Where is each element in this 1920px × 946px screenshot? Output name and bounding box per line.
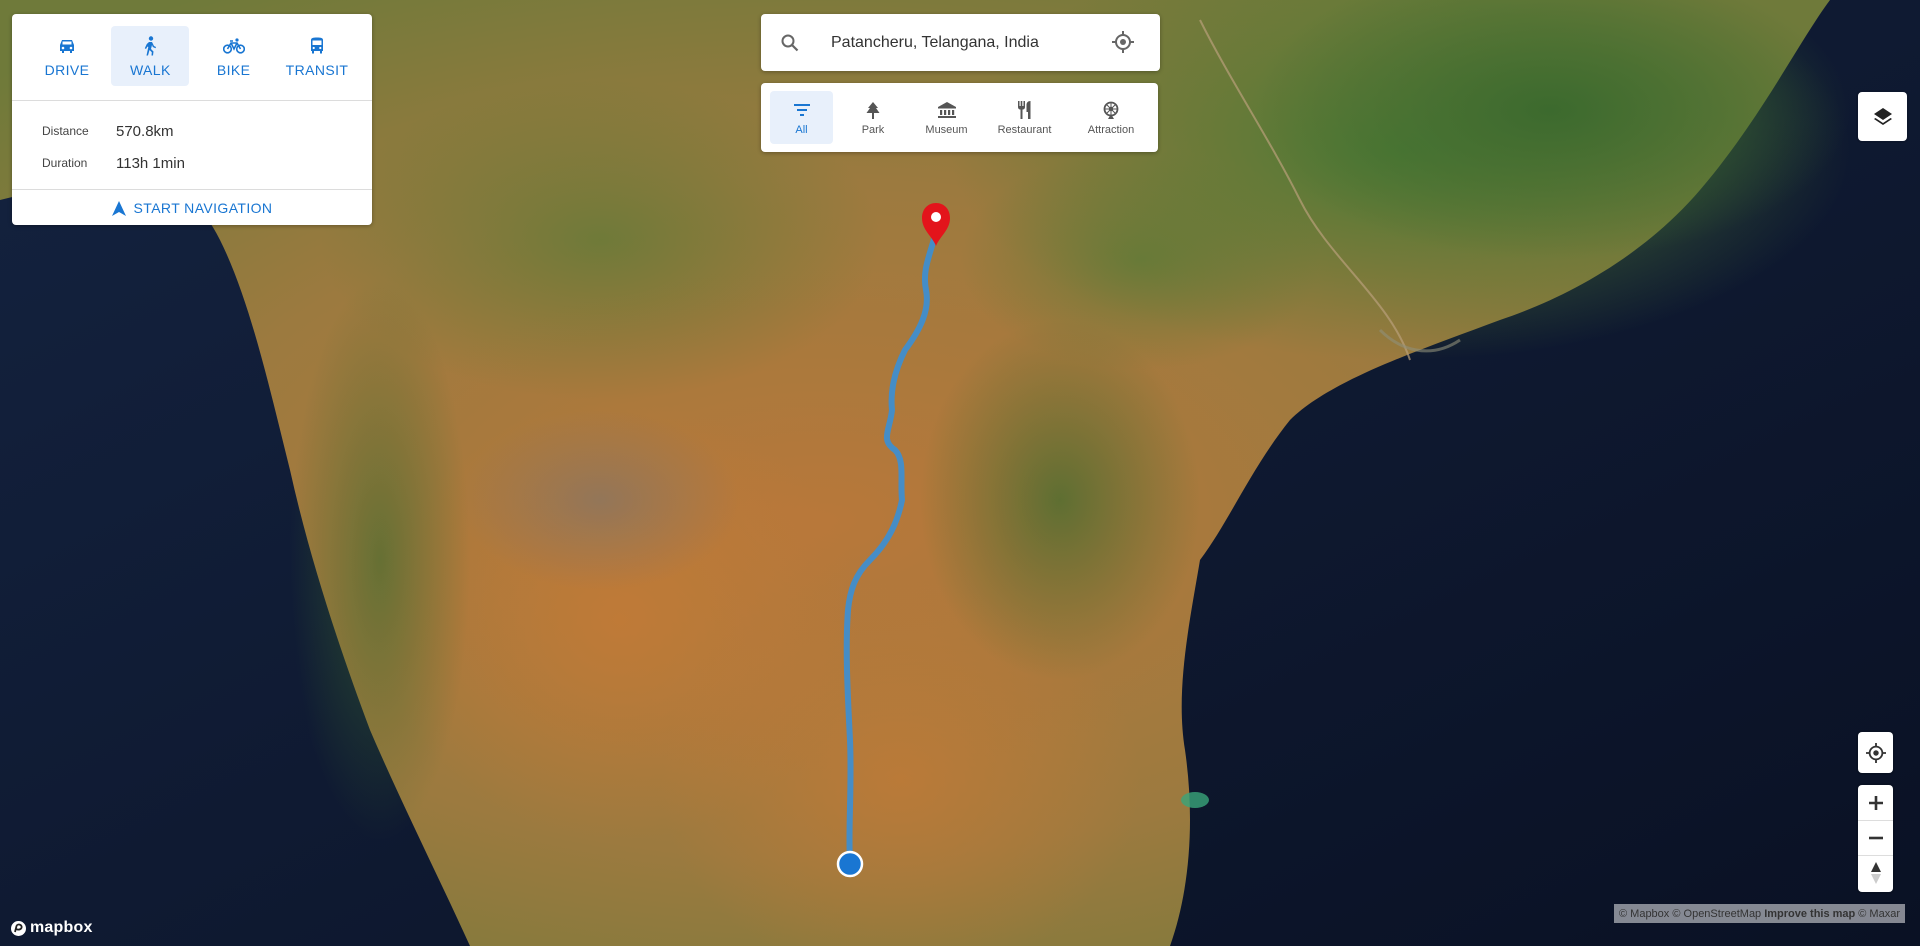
minus-icon [1868, 836, 1883, 840]
mode-walk-button[interactable]: WALK [111, 26, 190, 86]
category-restaurant-label: Restaurant [997, 124, 1052, 136]
my-location-icon[interactable] [1112, 31, 1134, 58]
duration-value: 113h 1min [116, 154, 185, 172]
route-summary: Distance 570.8km Duration 113h 1min [12, 101, 372, 189]
category-all-button[interactable]: All [770, 91, 833, 144]
layers-button[interactable] [1858, 92, 1907, 141]
bus-icon [309, 34, 325, 58]
duration-label: Duration [42, 156, 88, 170]
mapbox-logo-text: mapbox [30, 919, 93, 936]
mapbox-logo[interactable]: mapbox [10, 919, 93, 937]
category-restaurant-button[interactable]: Restaurant [980, 91, 1069, 144]
attribution-osm-link[interactable]: © OpenStreetMap [1672, 908, 1761, 920]
western-ghats [290, 280, 470, 840]
mode-drive-label: DRIVE [44, 62, 90, 78]
geolocate-button[interactable] [1858, 732, 1893, 773]
bike-icon [222, 34, 245, 58]
search-input[interactable] [831, 33, 1101, 52]
attribution-maxar-link[interactable]: © Maxar [1858, 908, 1900, 920]
category-park-label: Park [861, 124, 885, 136]
zoom-out-button[interactable] [1858, 820, 1893, 855]
central-forest [920, 320, 1200, 680]
category-museum-button[interactable]: Museum [913, 91, 980, 144]
mapbox-logo-icon [11, 920, 26, 936]
zoom-in-button[interactable] [1858, 785, 1893, 820]
car-icon [58, 34, 76, 58]
mode-transit-button[interactable]: TRANSIT [278, 26, 356, 86]
travel-mode-tabs: DRIVE WALK BIKE TRANSIT [12, 14, 372, 100]
filter-icon [793, 99, 810, 121]
lake [1181, 792, 1209, 808]
distance-label: Distance [42, 124, 89, 138]
category-attraction-label: Attraction [1087, 124, 1135, 136]
duration-row: Duration 113h 1min [42, 147, 372, 179]
attribution-mapbox-link[interactable]: © Mapbox [1619, 908, 1669, 920]
layers-icon [1873, 107, 1892, 125]
category-all-label: All [795, 124, 808, 136]
category-attraction-button[interactable]: Attraction [1069, 91, 1153, 144]
museum-icon [937, 99, 956, 121]
grey-terrain [460, 410, 740, 590]
category-filter-bar: All Park Museum Restaurant Attraction [761, 83, 1158, 152]
geolocate-icon [1865, 742, 1886, 763]
northeast-green [960, 150, 1320, 370]
compass-button[interactable] [1858, 855, 1893, 890]
map-attribution: © Mapbox © OpenStreetMap Improve this ma… [1614, 904, 1905, 923]
plus-icon [1868, 795, 1883, 810]
category-park-button[interactable]: Park [833, 91, 913, 144]
distance-row: Distance 570.8km [42, 115, 372, 147]
improve-map-link[interactable]: Improve this map [1764, 908, 1855, 920]
walk-icon [143, 34, 157, 58]
category-museum-label: Museum [925, 124, 968, 136]
search-icon[interactable] [761, 34, 819, 52]
mode-bike-label: BIKE [216, 62, 251, 78]
start-navigation-button[interactable]: START NAVIGATION [12, 190, 372, 226]
origin-marker[interactable] [836, 850, 864, 878]
mode-transit-label: TRANSIT [285, 62, 349, 78]
distance-value: 570.8km [116, 122, 174, 140]
mode-drive-button[interactable]: DRIVE [28, 26, 106, 86]
start-navigation-label: START NAVIGATION [133, 200, 273, 216]
mode-bike-button[interactable]: BIKE [195, 26, 273, 86]
restaurant-icon [1017, 99, 1033, 121]
tree-icon [866, 99, 880, 121]
directions-panel: DRIVE WALK BIKE TRANSIT Distance 570.8km [12, 14, 372, 225]
compass-icon [1870, 862, 1881, 884]
navigation-arrow-icon [111, 200, 126, 216]
mode-walk-label: WALK [129, 62, 171, 78]
search-box [761, 14, 1160, 71]
zoom-controls [1858, 785, 1893, 892]
attraction-icon [1102, 99, 1120, 121]
